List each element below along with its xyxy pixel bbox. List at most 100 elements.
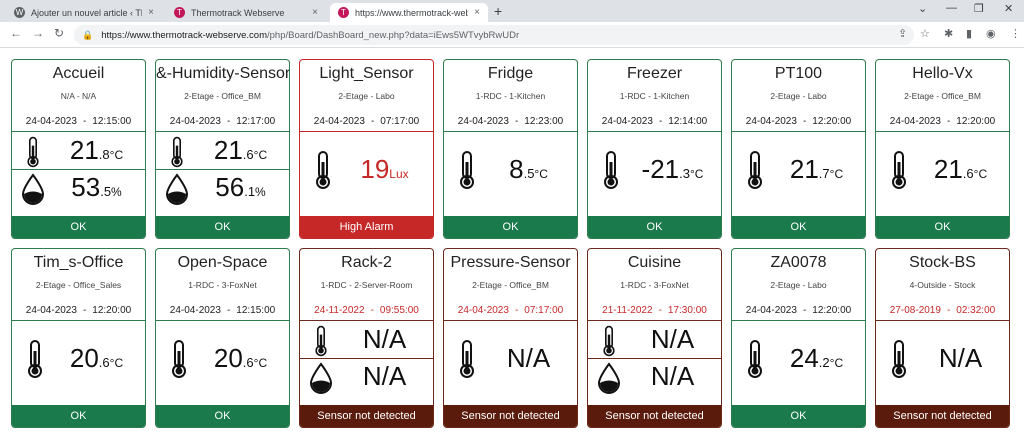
sensor-card[interactable]: PT100 2-Etage - Labo 24-04-2023-12:20:00 2… — [731, 59, 866, 239]
window-close-icon[interactable]: ✕ — [1004, 2, 1013, 15]
sensor-time: 12:15:00 — [92, 116, 132, 127]
sensor-name: Fridge — [487, 65, 534, 82]
value-row: N/A — [876, 329, 1009, 389]
value-unit: °C — [973, 167, 988, 181]
status-bar[interactable]: Sensor not detected — [876, 405, 1009, 427]
sensor-card[interactable]: Accueil N/A - N/A 24-04-2023-12:15:00 21.8… — [11, 59, 146, 239]
date-separator: - — [370, 305, 374, 316]
sensor-name: Open-Space — [177, 254, 268, 271]
status-bar[interactable]: Sensor not detected — [444, 405, 577, 427]
sensor-value: 56.1% — [196, 172, 285, 203]
sensor-name: Rack-2 — [341, 254, 392, 271]
humidity-drop-icon — [308, 362, 334, 394]
date-separator: - — [946, 116, 951, 127]
minimize-icon[interactable]: — — [946, 2, 957, 14]
status-bar[interactable]: Sensor not detected — [588, 405, 721, 427]
tab-title: Ajouter un nouvel article ‹ Thermotrack — [31, 7, 142, 18]
extensions-icon[interactable]: ✱ — [944, 27, 953, 40]
star-icon[interactable]: ☆ — [920, 27, 930, 40]
sensor-card[interactable]: Tim_s-Office 2-Etage - Office_Sales 24-04-… — [11, 248, 146, 428]
status-bar[interactable]: OK — [444, 216, 577, 238]
sensor-card[interactable]: Open-Space 1-RDC - 3-FoxNet 24-04-2023-12:… — [155, 248, 290, 428]
value-integer: 56 — [215, 172, 245, 202]
value-integer: 19 — [360, 154, 390, 184]
forward-icon[interactable]: → — [32, 26, 44, 40]
address-bar[interactable]: 🔒 https://www.thermotrack-webserve.com/p… — [74, 25, 914, 45]
status-bar[interactable]: OK — [732, 216, 865, 238]
sensor-location: 1-RDC - 3-FoxNet — [188, 280, 257, 290]
sensor-card[interactable]: Cuisine 1-RDC - 3-FoxNet 21-11-2022-17:30:… — [587, 248, 722, 428]
sensor-card[interactable]: Freezer 1-RDC - 1-Kitchen 24-04-2023-12:14… — [587, 59, 722, 239]
sensor-time: 12:17:00 — [236, 116, 276, 127]
lock-icon[interactable]: 🔒 — [82, 30, 93, 41]
sensor-date: 24-04-2023 — [313, 116, 365, 127]
status-bar[interactable]: OK — [12, 216, 145, 238]
new-tab-button[interactable]: + — [494, 3, 502, 19]
share-icon[interactable]: ⇪ — [898, 27, 907, 40]
thermometer-icon — [886, 339, 912, 379]
value-integer: N/A — [650, 361, 695, 391]
sensor-card[interactable]: Rack-2 1-RDC - 2-Server-Room 24-11-2022-09… — [299, 248, 434, 428]
browser-toolbar: ← → ↻ 🔒 https://www.thermotrack-webserve… — [0, 22, 1024, 48]
profile-icon[interactable]: ◉ — [986, 27, 996, 40]
close-icon[interactable]: × — [312, 7, 318, 18]
tab-ajouter-article[interactable]: W Ajouter un nouvel article ‹ Thermotrac… — [6, 3, 162, 22]
sensor-location: 1-RDC - 3-FoxNet — [620, 280, 689, 290]
sensor-card[interactable]: Fridge 1-RDC - 1-Kitchen 24-04-2023-12:23:… — [443, 59, 578, 239]
sensor-card[interactable]: &-Humidity-Sensor 2-Etage - Office_BM 24-0… — [155, 59, 290, 239]
close-icon[interactable]: × — [474, 7, 480, 18]
date-separator: - — [82, 305, 87, 316]
sensor-card[interactable]: Hello-Vx 2-Etage - Office_BM 24-04-2023-12… — [875, 59, 1010, 239]
sensor-dashboard: Accueil N/A - N/A 24-04-2023-12:15:00 21.8… — [0, 48, 1024, 443]
value-unit: °C — [829, 356, 844, 370]
value-unit: °C — [689, 167, 704, 181]
restore-icon[interactable]: ❐ — [974, 2, 984, 15]
sidepanel-icon[interactable]: ▮ — [966, 27, 972, 40]
sensor-card[interactable]: Light_Sensor 2-Etage - Labo 24-04-2023-07:… — [299, 59, 434, 239]
sensor-value: 19Lux — [340, 154, 429, 185]
value-decimal: .3 — [679, 166, 690, 181]
status-bar[interactable]: OK — [732, 405, 865, 427]
sensor-card[interactable]: ZA0078 2-Etage - Labo 24-04-2023-12:20:00 … — [731, 248, 866, 428]
status-bar[interactable]: OK — [156, 216, 289, 238]
tab-thermotrack-webserve[interactable]: T Thermotrack Webserve × — [166, 3, 326, 22]
sensor-card[interactable]: Stock-BS 4-Outside - Stock 27-08-2019-02:3… — [875, 248, 1010, 428]
sensor-timestamp: 27-08-2019-02:32:00 — [876, 305, 1009, 321]
wordpress-icon: W — [14, 7, 25, 18]
value-unit: °C — [253, 148, 268, 162]
sensor-card[interactable]: Pressure-Sensor 2-Etage - Office_BM 24-04-… — [443, 248, 578, 428]
sensor-time: 12:15:00 — [236, 305, 276, 316]
status-bar[interactable]: Sensor not detected — [300, 405, 433, 427]
thermometer-icon — [22, 339, 48, 379]
value-integer: -21 — [641, 154, 680, 184]
status-bar[interactable]: OK — [588, 216, 721, 238]
status-bar[interactable]: OK — [876, 216, 1009, 238]
menu-icon[interactable]: ⋮ — [1010, 27, 1021, 40]
sensor-location: N/A - N/A — [60, 91, 97, 101]
sensor-location: 1-RDC - 2-Server-Room — [320, 280, 413, 290]
date-separator: - — [226, 116, 231, 127]
status-bar[interactable]: High Alarm — [300, 216, 433, 238]
status-bar[interactable]: OK — [12, 405, 145, 427]
date-separator: - — [514, 305, 519, 316]
thermometer-icon — [308, 325, 334, 357]
status-bar[interactable]: OK — [156, 405, 289, 427]
sensor-location: 1-RDC - 1-Kitchen — [475, 91, 546, 101]
close-icon[interactable]: × — [148, 7, 154, 18]
value-integer: 20 — [213, 343, 243, 373]
humidity-row: 53.5% — [12, 171, 145, 207]
sensor-name: Stock-BS — [909, 254, 976, 271]
value-decimal: .8 — [98, 147, 110, 162]
tab-dashboard-active[interactable]: T https://www.thermotrack-webserve × — [330, 3, 488, 22]
thermometer-icon — [454, 150, 480, 190]
reload-icon[interactable]: ↻ — [54, 26, 64, 40]
temperature-row: N/A — [300, 323, 433, 359]
sensor-value: N/A — [628, 361, 717, 392]
sensor-date: 24-04-2023 — [745, 305, 797, 316]
chevron-down-icon[interactable]: ⌄ — [918, 2, 927, 15]
sensor-timestamp: 21-11-2022-17:30:00 — [588, 305, 721, 321]
back-icon[interactable]: ← — [10, 26, 22, 40]
sensor-timestamp: 24-04-2023-07:17:00 — [300, 116, 433, 132]
humidity-drop-icon — [20, 173, 46, 205]
sensor-value: N/A — [340, 361, 429, 392]
